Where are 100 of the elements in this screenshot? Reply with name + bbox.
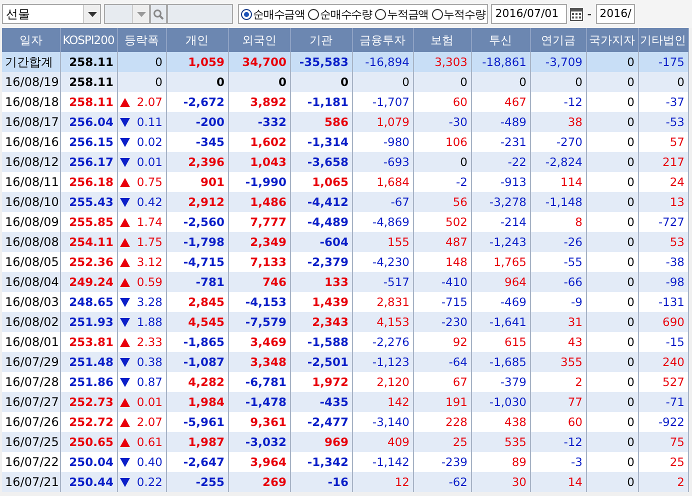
value-cell: 467	[471, 92, 530, 112]
date-separator: -	[586, 7, 593, 21]
index-cell: 248.65	[60, 292, 117, 312]
value-cell: -67	[352, 192, 413, 212]
value-cell: 9,361	[228, 412, 290, 432]
down-triangle-icon	[120, 378, 130, 386]
up-triangle-icon	[120, 218, 130, 226]
value-cell: 2	[530, 372, 586, 392]
value-cell: 228	[413, 412, 471, 432]
value-cell: 0	[586, 132, 638, 152]
change-value: 0	[155, 55, 162, 69]
value-cell: -4,230	[352, 252, 413, 272]
change-value: 0.01	[136, 395, 162, 409]
date-cell: 16/08/02	[2, 312, 60, 332]
value-cell: -4,412	[290, 192, 352, 212]
value-cell: -26	[530, 232, 586, 252]
value-cell: -922	[638, 412, 688, 432]
mode-label[interactable]: 누적수량	[444, 6, 486, 22]
mode-label[interactable]: 순매수수량	[320, 6, 372, 22]
value-cell: 7,133	[228, 252, 290, 272]
value-cell: -62	[413, 472, 471, 492]
value-cell: -16	[290, 472, 352, 492]
value-cell: -2,379	[290, 252, 352, 272]
start-date-field[interactable]: 2016/07/01	[491, 4, 568, 24]
value-cell: 502	[413, 212, 471, 232]
value-cell: 3,964	[228, 452, 290, 472]
value-cell: -200	[166, 112, 228, 132]
value-cell: -4,715	[166, 252, 228, 272]
value-cell: 142	[352, 392, 413, 412]
calendar-icon[interactable]	[570, 7, 584, 21]
value-cell: -517	[352, 272, 413, 292]
value-cell: -231	[471, 132, 530, 152]
date-cell: 16/07/21	[2, 472, 60, 492]
value-cell: 1,065	[290, 172, 352, 192]
column-header[interactable]: 국가지자	[586, 28, 638, 52]
radio-button[interactable]	[375, 8, 386, 20]
column-header[interactable]: KOSPI200	[60, 28, 117, 52]
value-cell: -4,489	[290, 212, 352, 232]
date-cell: 16/08/19	[2, 72, 60, 92]
column-header[interactable]: 외국인	[228, 28, 290, 52]
value-cell: 0	[290, 72, 352, 92]
value-cell: 2,912	[166, 192, 228, 212]
value-cell: 1,439	[290, 292, 352, 312]
value-cell: 1,059	[166, 52, 228, 72]
value-cell: 38	[530, 112, 586, 132]
index-cell: 256.18	[60, 172, 117, 192]
value-cell: 438	[471, 412, 530, 432]
value-cell: -4,869	[352, 212, 413, 232]
column-header[interactable]: 등락폭	[117, 28, 166, 52]
index-cell: 255.85	[60, 212, 117, 232]
radio-button[interactable]	[432, 8, 443, 20]
value-cell: -1,478	[228, 392, 290, 412]
search-field[interactable]	[167, 4, 233, 24]
value-cell: -781	[166, 272, 228, 292]
value-cell: -98	[638, 272, 688, 292]
value-cell: 106	[413, 132, 471, 152]
column-header[interactable]: 개인	[166, 28, 228, 52]
index-cell: 253.81	[60, 332, 117, 352]
column-header[interactable]: 기타법인	[638, 28, 688, 52]
column-header[interactable]: 금융투자	[352, 28, 413, 52]
value-cell: -270	[530, 132, 586, 152]
value-cell: -2,647	[166, 452, 228, 472]
down-triangle-icon	[120, 358, 130, 366]
value-cell: -345	[166, 132, 228, 152]
date-cell: 16/08/08	[2, 232, 60, 252]
column-header[interactable]: 일자	[2, 28, 60, 52]
value-cell: -2,824	[530, 152, 586, 172]
value-cell: -7,579	[228, 312, 290, 332]
value-cell: 964	[471, 272, 530, 292]
column-header[interactable]: 기관	[290, 28, 352, 52]
end-date-field[interactable]: 2016/	[596, 4, 636, 24]
value-cell: -2	[413, 172, 471, 192]
column-header[interactable]: 연기금	[530, 28, 586, 52]
value-cell: -214	[471, 212, 530, 232]
value-cell: -410	[413, 272, 471, 292]
date-cell: 16/07/29	[2, 352, 60, 372]
change-value: 1.75	[136, 235, 162, 249]
value-cell: 1,765	[471, 252, 530, 272]
column-header[interactable]: 보험	[413, 28, 471, 52]
dropdown-arrow-icon	[88, 12, 96, 16]
search-button[interactable]	[150, 4, 167, 24]
radio-button[interactable]	[308, 8, 320, 20]
date-cell: 16/08/11	[2, 172, 60, 192]
value-cell: -3	[530, 452, 586, 472]
change-value: 0.22	[136, 475, 162, 489]
value-cell: -37	[638, 92, 688, 112]
value-cell: 1,972	[290, 372, 352, 392]
column-header[interactable]: 투신	[471, 28, 530, 52]
value-cell: -3,140	[352, 412, 413, 432]
mode-label[interactable]: 순매수금액	[253, 6, 306, 22]
value-cell: -66	[530, 272, 586, 292]
date-cell: 16/07/22	[2, 452, 60, 472]
radio-button[interactable]	[241, 8, 252, 20]
search-icon	[153, 8, 164, 20]
market-select[interactable]: 선물	[2, 4, 101, 24]
index-cell: 252.72	[60, 412, 117, 432]
value-cell: 89	[471, 452, 530, 472]
mode-label[interactable]: 누적금액	[387, 6, 429, 22]
value-cell: 240	[638, 352, 688, 372]
value-cell: 155	[352, 232, 413, 252]
